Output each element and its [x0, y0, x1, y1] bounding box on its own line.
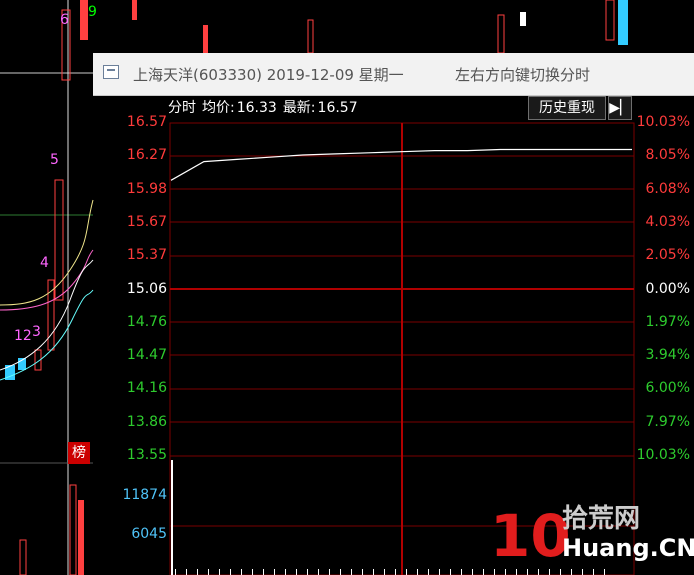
background-marker-label: 3 — [32, 324, 41, 340]
percent-tick-label: 6.00% — [645, 380, 690, 397]
leaderboard-badge[interactable]: 榜 — [68, 442, 90, 464]
volume-bar — [329, 569, 330, 575]
volume-bar — [307, 569, 308, 575]
last-price-label: 最新: — [282, 100, 316, 116]
volume-bar — [406, 569, 407, 575]
volume-bar — [318, 569, 319, 575]
price-tick-label: 13.86 — [126, 413, 167, 430]
history-replay-button[interactable]: 历史重现 — [528, 96, 606, 120]
watermark-logo-number: 10 — [490, 502, 571, 570]
percent-tick-label: 3.94% — [645, 347, 690, 364]
price-tick-label: 15.67 — [126, 213, 167, 230]
volume-bar — [417, 569, 418, 575]
volume-tick-label: 11874 — [122, 487, 167, 503]
percent-tick-label: 0.00% — [645, 280, 690, 297]
mode-label: 分时 — [168, 100, 196, 116]
arrow-right-bar-icon[interactable]: ▶▏ — [608, 96, 632, 120]
volume-bar — [208, 569, 209, 575]
percent-tick-label: 4.03% — [645, 213, 690, 230]
volume-bar — [285, 569, 286, 575]
volume-bar — [461, 569, 462, 575]
avg-price-value: 16.33 — [236, 100, 277, 116]
volume-bar — [296, 569, 297, 575]
price-tick-label: 14.76 — [126, 313, 167, 330]
price-tick-label: 15.06 — [126, 280, 167, 297]
price-tick-label: 13.55 — [126, 447, 167, 463]
volume-bar — [241, 569, 242, 575]
percent-tick-label: 1.97% — [645, 313, 690, 330]
percent-tick-label: 10.03% — [636, 447, 690, 463]
background-marker-label: 6 — [60, 12, 69, 28]
volume-bar — [362, 569, 363, 575]
keyboard-hint: 左右方向键切换分时 — [455, 66, 591, 84]
volume-bar — [472, 569, 473, 575]
volume-bar — [340, 569, 341, 575]
volume-bar — [171, 460, 173, 575]
percent-tick-label: 8.05% — [645, 147, 690, 164]
background-marker-label: 5 — [50, 152, 59, 168]
volume-bar — [263, 569, 264, 575]
volume-bar — [252, 569, 253, 575]
price-tick-label: 14.47 — [126, 347, 167, 364]
volume-bar — [230, 569, 231, 575]
volume-bar — [395, 569, 396, 575]
percent-tick-label: 7.97% — [645, 413, 690, 430]
percent-tick-label: 10.03% — [636, 114, 690, 130]
volume-bar — [219, 569, 220, 575]
price-tick-label: 14.16 — [126, 380, 167, 397]
price-tick-label: 15.98 — [126, 180, 167, 197]
volume-bar — [175, 569, 176, 575]
background-marker-label: 4 — [40, 255, 49, 271]
watermark-brand-en: Huang.CN — [562, 534, 694, 562]
window-title: 上海天洋(603330) 2019-12-09 星期一 — [133, 66, 404, 84]
background-marker-label: 12 — [14, 328, 32, 344]
volume-bar — [186, 569, 187, 575]
volume-bar — [450, 569, 451, 575]
percent-tick-label: 6.08% — [645, 180, 690, 197]
volume-bar — [274, 569, 275, 575]
price-tick-label: 16.57 — [126, 114, 167, 130]
watermark-brand-cn: 拾荒网 — [562, 504, 641, 534]
price-tick-label: 15.37 — [126, 247, 167, 264]
volume-bar — [439, 569, 440, 575]
volume-bar — [197, 569, 198, 575]
percent-tick-label: 2.05% — [645, 247, 690, 264]
volume-bar — [428, 569, 429, 575]
window-titlebar[interactable]: 上海天洋(603330) 2019-12-09 星期一 左右方向键切换分时 — [93, 53, 694, 96]
background-marker-label: 9 — [88, 4, 97, 20]
last-price-value: 16.57 — [317, 100, 358, 116]
avg-price-label: 均价: — [202, 100, 235, 116]
volume-bar — [351, 569, 352, 575]
app-window-icon — [103, 65, 119, 79]
volume-bar — [483, 569, 484, 575]
volume-bar — [373, 569, 374, 575]
volume-tick-label: 6045 — [131, 526, 167, 542]
price-tick-label: 16.27 — [126, 147, 167, 164]
volume-bar — [384, 569, 385, 575]
